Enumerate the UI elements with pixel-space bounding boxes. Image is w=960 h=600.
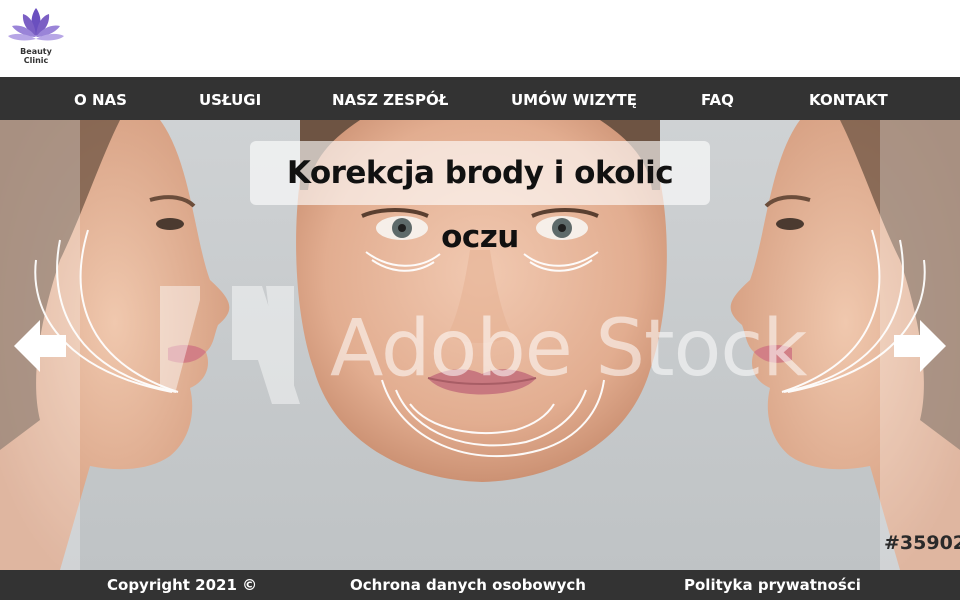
logo-line-1: Beauty [20,47,52,56]
nav-item-kontakt[interactable]: KONTAKT [809,77,888,120]
logo[interactable]: Beauty Clinic [6,6,66,68]
slider-prev-button[interactable] [12,319,68,373]
arrow-right-icon [894,320,946,372]
nav-item-nasz-zespol[interactable]: NASZ ZESPÓŁ [332,77,448,120]
slider-next-button[interactable] [892,319,948,373]
lotus-icon [8,8,64,41]
nav-item-faq[interactable]: FAQ [701,77,734,120]
footer-copyright: Copyright 2021 © [107,576,258,594]
logo-text: Beauty Clinic [6,47,66,65]
slide-title: Korekcja brody i okolic oczu [250,141,710,255]
watermark-id: #359020 [884,532,960,554]
site-header: Beauty Clinic [0,0,960,77]
hero-slider: Adobe Stock #359020 Korekcja brody i oko… [0,120,960,570]
footer-link-privacy-policy[interactable]: Polityka prywatności [684,570,861,600]
footer-link-data-protection[interactable]: Ochrona danych osobowych [350,570,586,600]
nav-item-uslugi[interactable]: USŁUGI [199,77,261,120]
arrow-left-icon [14,320,66,372]
site-footer: Copyright 2021 © Ochrona danych osobowyc… [0,570,960,600]
watermark-text: Adobe Stock [330,304,807,394]
nav-item-o-nas[interactable]: O NAS [74,77,127,120]
nav-item-umow-wizyte[interactable]: UMÓW WIZYTĘ [511,77,637,120]
main-nav: O NAS USŁUGI NASZ ZESPÓŁ UMÓW WIZYTĘ FAQ… [0,77,960,120]
logo-line-2: Clinic [23,56,49,65]
